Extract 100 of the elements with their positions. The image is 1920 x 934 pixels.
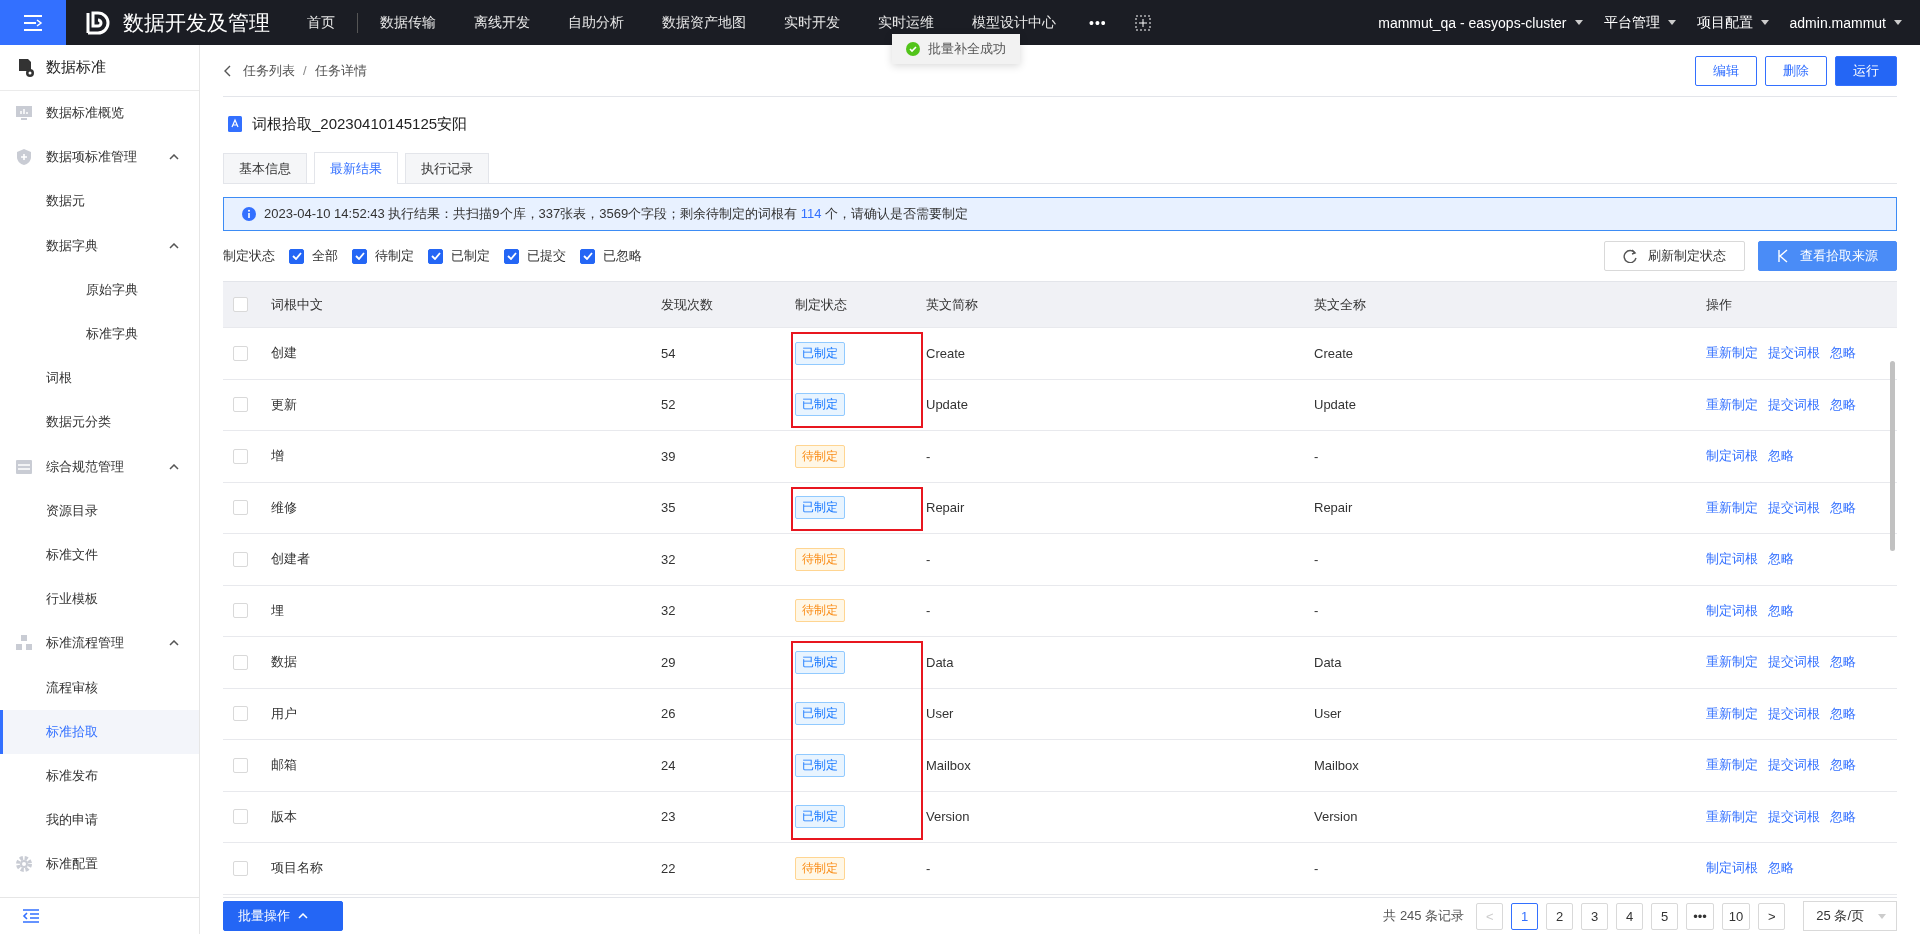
sidebar-item[interactable]: 原始字典 [0,267,199,312]
sidebar-item[interactable]: 数据元分类 [0,400,199,445]
sidebar-item[interactable]: 标准文件 [0,532,199,578]
nav-item[interactable]: 数据资产地图 [643,13,765,32]
nav-item[interactable]: 数据传输 [361,13,455,32]
action-link[interactable]: 忽略 [1830,344,1856,363]
document-gear-icon [16,57,36,78]
sidebar-item[interactable]: 综合规范管理 [0,444,199,489]
action-link[interactable]: 重新制定 [1706,395,1758,414]
sidebar-item[interactable]: 数据项标准管理 [0,135,199,180]
action-link[interactable]: 忽略 [1830,704,1856,723]
action-button[interactable]: 运行 [1835,55,1897,86]
checkbox[interactable] [580,248,595,264]
action-link[interactable]: 忽略 [1768,859,1794,878]
sidebar-item[interactable]: 我的申请 [0,798,199,843]
action-link[interactable]: 忽略 [1768,601,1794,620]
nav-item[interactable]: 模型设计中心 [953,13,1075,32]
action-link[interactable]: 重新制定 [1706,704,1758,723]
batch-button[interactable]: 批量操作 [223,901,343,931]
column-header: 操作 [1706,295,1732,314]
page-size-select[interactable]: 25 条/页 [1803,901,1897,931]
nav-item[interactable]: 实时运维 [859,13,953,32]
action-link[interactable]: 提交词根 [1768,498,1820,517]
page-button[interactable]: 1 [1511,902,1539,930]
page-button[interactable]: ••• [1686,902,1714,930]
sidebar-item[interactable]: 数据字典 [0,223,199,268]
tab[interactable]: 最新结果 [314,152,398,184]
table-cell: 39 [661,448,676,464]
sidebar-item[interactable]: 资源目录 [0,488,199,533]
page-button[interactable]: 5 [1651,902,1679,930]
action-link[interactable]: 忽略 [1830,395,1856,414]
sidebar-item[interactable]: 行业模板 [0,577,199,622]
action-link[interactable]: 重新制定 [1706,807,1758,826]
page-button[interactable]: 10 [1721,902,1751,930]
menu-dropdown[interactable]: admin.mammut [1789,14,1902,31]
sidebar-item[interactable]: 词根 [0,356,199,401]
action-link[interactable]: 制定词根 [1706,550,1758,569]
action-link[interactable]: 忽略 [1768,447,1794,466]
column-header: 制定状态 [795,295,847,314]
nav-item[interactable]: 离线开发 [455,13,549,32]
action-link[interactable]: 忽略 [1830,807,1856,826]
action-link[interactable]: 制定词根 [1706,601,1758,620]
sidebar-item[interactable]: 标准流程管理 [0,621,199,666]
action-link[interactable]: 提交词根 [1768,807,1820,826]
action-link[interactable]: 忽略 [1768,550,1794,569]
nav-item[interactable]: 自助分析 [549,13,643,32]
scrollbar[interactable] [1890,361,1895,551]
action-link[interactable]: 重新制定 [1706,653,1758,672]
tab[interactable]: 基本信息 [223,153,307,183]
menu-button[interactable] [0,0,66,45]
sidebar-item[interactable]: 标准拾取 [0,709,199,754]
action-link[interactable]: 提交词根 [1768,653,1820,672]
table-cell: - [1314,860,1319,876]
checkbox[interactable] [352,248,367,264]
action-link[interactable]: 忽略 [1830,498,1856,517]
breadcrumb-link[interactable]: 任务列表 [243,61,295,80]
sidebar-item[interactable]: 标准发布 [0,753,199,798]
sidebar-item[interactable]: 数据元 [0,179,199,224]
nav-item[interactable]: 首页 [288,13,354,32]
action-link[interactable]: 提交词根 [1768,756,1820,775]
action-link[interactable]: 提交词根 [1768,395,1820,414]
sidebar-item[interactable]: 标准配置 [0,842,199,887]
action-link[interactable]: 重新制定 [1706,498,1758,517]
breadcrumb-link[interactable]: 任务详情 [314,61,367,80]
page-button[interactable]: 2 [1546,902,1574,930]
collapse-button[interactable] [22,909,40,923]
status-tag: 待制定 [795,599,845,623]
info-icon [242,207,256,221]
checkbox[interactable] [289,248,304,264]
action-link[interactable]: 制定词根 [1706,859,1758,878]
nav-item[interactable]: 实时开发 [765,13,859,32]
next-page-button[interactable]: > [1758,902,1786,930]
toolbar-button[interactable]: 刷新制定状态 [1604,241,1745,271]
page-button[interactable]: 3 [1581,902,1609,930]
action-button[interactable]: 编辑 [1695,55,1757,86]
page-button[interactable]: 4 [1616,902,1644,930]
menu-dropdown[interactable]: mammut_qa - easyops-cluster [1378,14,1583,31]
action-button[interactable]: 删除 [1765,55,1827,86]
action-link[interactable]: 提交词根 [1768,704,1820,723]
status-tag: 已制定 [795,805,845,829]
checkbox-label: 已提交 [527,247,566,265]
action-link[interactable]: 提交词根 [1768,344,1820,363]
table-cell: User [926,706,954,722]
sidebar-item[interactable]: 数据标准概览 [0,91,199,136]
action-link[interactable]: 忽略 [1830,653,1856,672]
tab[interactable]: 执行记录 [405,153,489,183]
action-link[interactable]: 重新制定 [1706,344,1758,363]
checkbox[interactable] [428,248,443,264]
action-link[interactable]: 忽略 [1830,756,1856,775]
sidebar-item[interactable]: 标准字典 [0,311,199,357]
refresh-icon [1623,249,1637,263]
action-link[interactable]: 制定词根 [1706,447,1758,466]
table-cell: 22 [661,860,676,876]
action-link[interactable]: 重新制定 [1706,756,1758,775]
more-button[interactable]: ••• [1075,14,1115,31]
menu-dropdown[interactable]: 项目配置 [1696,13,1769,32]
success-icon [906,42,920,56]
sidebar-item[interactable]: 流程审核 [0,665,199,710]
checkbox[interactable] [504,248,519,264]
menu-dropdown[interactable]: 平台管理 [1603,13,1676,32]
